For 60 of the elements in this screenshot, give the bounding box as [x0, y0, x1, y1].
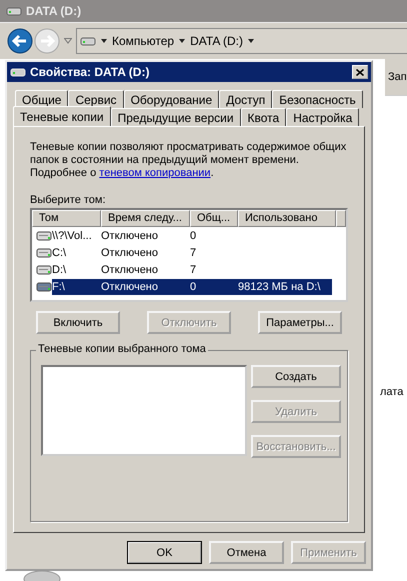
column-header[interactable]: Время следу...: [101, 210, 190, 227]
table-cell-text: 7: [190, 264, 198, 276]
table-cell-text: Отключено: [101, 280, 159, 292]
column-header[interactable]: Зап: [385, 59, 407, 96]
shadow-copy-link[interactable]: теневом копировании: [99, 167, 211, 179]
dropdown-arrow-icon[interactable]: [64, 38, 72, 44]
table-cell-text: F:\: [52, 280, 66, 292]
dialog-button[interactable]: Создать: [251, 365, 341, 388]
file-list-text: лата: [380, 386, 404, 398]
table-cell-text: C:\: [52, 246, 68, 258]
shadow-copy-list[interactable]: [41, 365, 247, 456]
description-text: Теневые копии позволяют просматривать содержимое общих папок в состоянии на предыдущий момент времени.: [30, 141, 348, 167]
column-header[interactable]: Общ...: [190, 210, 238, 227]
dialog-button[interactable]: Включить: [36, 311, 120, 334]
table-cell-text: \\?\Vol...: [52, 230, 93, 242]
caret-icon[interactable]: [101, 39, 107, 43]
drive-icon: [6, 6, 22, 16]
tab[interactable]: Оборудование: [124, 90, 220, 108]
dialog-button[interactable]: Параметры...: [258, 311, 342, 334]
caret-icon[interactable]: [179, 39, 186, 43]
drive-icon: [10, 67, 26, 77]
drive-icon: [36, 230, 52, 240]
drive-icon: [36, 264, 52, 274]
drive-icon: [36, 282, 52, 292]
table-cell-text: 0: [190, 280, 198, 292]
volume-label: Выберите том:: [30, 194, 107, 206]
table-cell-text: D:\: [52, 264, 68, 276]
table-cell-text: 7: [190, 246, 198, 258]
dialog-title: Свойства: DATA (D:): [30, 65, 150, 79]
table-cell-text: 98123 МБ на D:\: [238, 280, 322, 292]
close-button[interactable]: [352, 65, 368, 79]
table-cell-text: 0: [190, 230, 198, 242]
volume-row[interactable]: C:\ Отключено 7: [32, 244, 346, 261]
tab[interactable]: Предыдущие версии: [110, 108, 241, 126]
volume-row[interactable]: D:\ Отключено 7: [32, 261, 346, 278]
tab[interactable]: Настройка: [286, 108, 360, 126]
breadcrumb-item[interactable]: Компьютер: [112, 34, 174, 48]
tab[interactable]: Квота: [240, 108, 286, 126]
drive-icon: [80, 36, 96, 46]
column-header[interactable]: Использовано: [238, 210, 336, 227]
address-bar[interactable]: Компьютер DATA (D:): [76, 28, 407, 54]
back-button[interactable]: [7, 28, 33, 54]
tab[interactable]: Теневые копии: [13, 106, 111, 126]
volume-row[interactable]: \\?\Vol... Отключено 0: [32, 227, 346, 244]
tab[interactable]: Доступ: [219, 90, 272, 108]
tab[interactable]: Безопасность: [272, 90, 363, 108]
drive-icon: [36, 248, 52, 258]
group-title: Теневые копии выбранного тома: [36, 343, 208, 355]
window-title: DATA (D:): [26, 4, 82, 18]
column-header[interactable]: Том: [32, 210, 101, 227]
table-cell-text: Отключено: [101, 230, 159, 242]
close-icon: [356, 68, 364, 76]
table-cell-text: Отключено: [101, 264, 159, 276]
tab[interactable]: Сервис: [68, 90, 124, 108]
dialog-button[interactable]: Отмена: [209, 541, 284, 564]
dialog-button[interactable]: OK: [127, 541, 202, 564]
table-cell-text: Отключено: [101, 246, 159, 258]
caret-icon[interactable]: [248, 39, 254, 43]
breadcrumb-item[interactable]: DATA (D:): [190, 34, 243, 48]
more-info-text: Подробнее о теневом копировании.: [30, 167, 215, 180]
